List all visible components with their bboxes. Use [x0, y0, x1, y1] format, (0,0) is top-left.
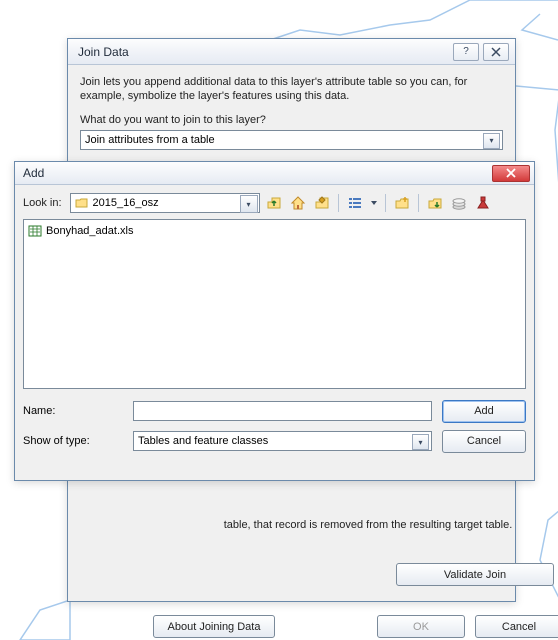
add-title: Add: [23, 166, 492, 180]
lookin-label: Look in:: [23, 197, 66, 209]
chevron-down-icon: ▾: [240, 195, 258, 213]
chevron-down-icon[interactable]: [369, 193, 379, 213]
close-button[interactable]: [483, 43, 509, 61]
file-item-label: Bonyhad_adat.xls: [46, 225, 133, 237]
folder-icon: [75, 197, 89, 209]
add-toolbar: Look in: 2015_16_osz ▾: [23, 191, 526, 215]
bookmark-icon[interactable]: [312, 193, 332, 213]
home-icon[interactable]: [288, 193, 308, 213]
up-level-icon[interactable]: [264, 193, 284, 213]
show-of-type-label: Show of type:: [23, 435, 123, 447]
toolbar-separator: [338, 194, 339, 212]
list-view-icon[interactable]: [345, 193, 365, 213]
help-button[interactable]: ?: [453, 43, 479, 61]
show-of-type-select[interactable]: Tables and feature classes ▾: [133, 431, 432, 451]
name-label: Name:: [23, 405, 123, 417]
gis-server-icon[interactable]: [473, 193, 493, 213]
join-method-value: Join attributes from a table: [85, 134, 215, 146]
show-of-type-value: Tables and feature classes: [138, 435, 268, 447]
chevron-down-icon: ▾: [483, 133, 500, 149]
name-input[interactable]: [133, 401, 432, 421]
radio-description-tail: table, that record is removed from the r…: [178, 519, 558, 531]
connect-folder-icon[interactable]: [425, 193, 445, 213]
join-title: Join Data: [78, 45, 453, 59]
lookin-value: 2015_16_osz: [93, 197, 159, 209]
cancel-button[interactable]: Cancel: [442, 430, 526, 453]
lookin-select[interactable]: 2015_16_osz ▾: [70, 193, 260, 213]
join-description: Join lets you append additional data to …: [80, 75, 503, 104]
add-titlebar: Add: [15, 162, 534, 185]
close-button[interactable]: [492, 165, 530, 182]
toolbar-separator: [418, 194, 419, 212]
new-folder-icon[interactable]: [392, 193, 412, 213]
xls-file-icon: [28, 225, 42, 237]
join-titlebar: Join Data ?: [68, 39, 515, 65]
add-dialog: Add Look in: 2015_16_osz ▾: [14, 161, 535, 481]
ok-button[interactable]: OK: [377, 615, 465, 638]
disconnect-folder-icon[interactable]: [449, 193, 469, 213]
add-button[interactable]: Add: [442, 400, 526, 423]
file-list[interactable]: Bonyhad_adat.xls: [23, 219, 526, 389]
chevron-down-icon: ▾: [412, 434, 429, 450]
join-method-select[interactable]: Join attributes from a table ▾: [80, 130, 503, 150]
cancel-button[interactable]: Cancel: [475, 615, 558, 638]
toolbar-separator: [385, 194, 386, 212]
file-item[interactable]: Bonyhad_adat.xls: [28, 223, 521, 239]
join-question-label: What do you want to join to this layer?: [80, 114, 503, 126]
validate-join-button[interactable]: Validate Join: [396, 563, 554, 586]
about-joining-data-button[interactable]: About Joining Data: [153, 615, 275, 638]
